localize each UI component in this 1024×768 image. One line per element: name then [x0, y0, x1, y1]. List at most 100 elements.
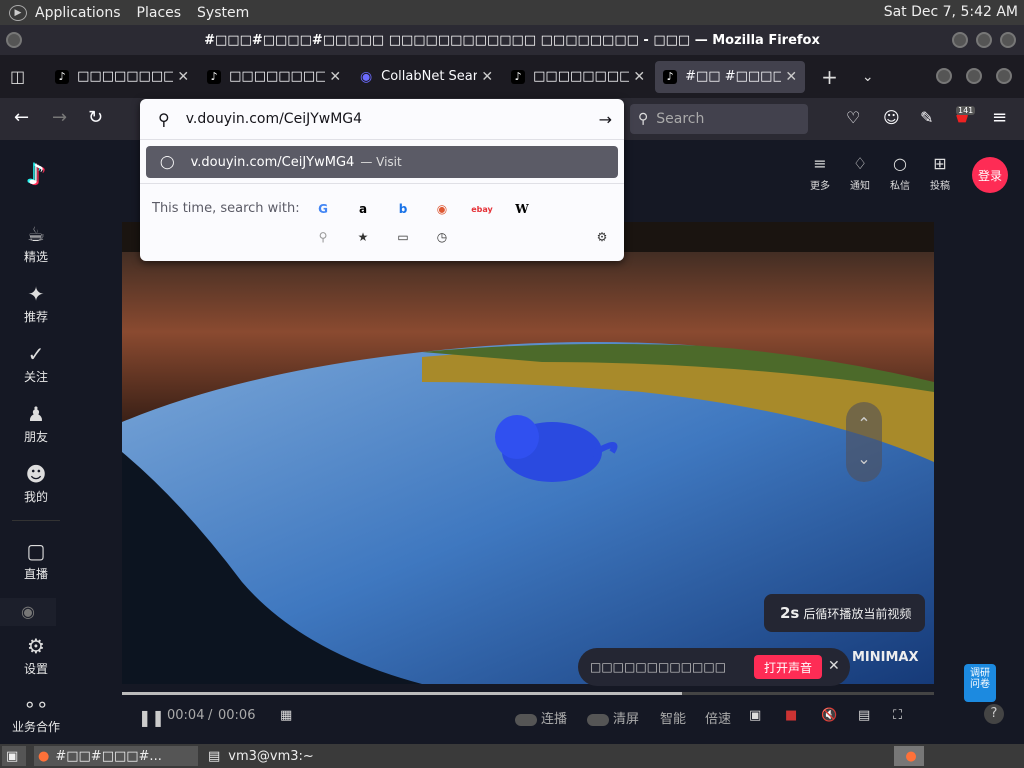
tabs-icon[interactable]: ▭ — [395, 229, 411, 245]
messages-button[interactable]: ○ 私信 — [880, 154, 920, 192]
video-nav-arrows: ⌃ ⌄ — [846, 402, 882, 482]
urlbar-input[interactable]: ⚲ v.douyin.com/CeiJYwMG4 → — [140, 99, 624, 139]
sidebar-item-friends[interactable]: ♟ 朋友 — [0, 402, 72, 445]
places-menu[interactable]: Places — [129, 5, 190, 21]
workspace-switcher[interactable]: ● — [894, 746, 924, 766]
mute-icon[interactable]: 🔇 — [821, 708, 837, 723]
subtitle-icon[interactable]: ▦ — [280, 708, 292, 723]
smart-quality-button[interactable]: 智能 — [660, 708, 686, 727]
notifications-button[interactable]: ♢ 通知 — [840, 154, 880, 192]
web-fullscreen-icon[interactable]: ▤ — [858, 708, 870, 723]
duckduckgo-icon[interactable]: ◉ — [434, 201, 450, 217]
autoplay-toggle[interactable]: 连播 — [515, 708, 567, 727]
window-menu-icon[interactable] — [6, 32, 22, 48]
tab-douyin-active[interactable]: ♪ #□□ #□□□□ ✕ — [655, 60, 806, 93]
search-mode-icon[interactable]: ⚲ — [315, 229, 331, 245]
sidebar-divider — [12, 520, 60, 521]
tab-douyin-3[interactable]: ♪ □□□□□□□□ ✕ — [503, 61, 653, 93]
tab-label: □□□□□□□□ — [533, 69, 630, 84]
bing-icon[interactable]: b — [395, 201, 411, 217]
more-button[interactable]: ≡ 更多 — [800, 154, 840, 192]
back-icon[interactable]: ← — [14, 108, 29, 128]
bell-icon: ♢ — [852, 154, 868, 173]
pip-icon[interactable]: ▣ — [749, 708, 761, 723]
gnome-foot-icon[interactable]: ▶ — [9, 4, 27, 21]
sidebar-item-label: 关注 — [23, 370, 48, 384]
forward-icon[interactable]: → — [52, 108, 67, 128]
enable-sound-button[interactable]: 打开声音 — [754, 655, 822, 679]
sidebar-item-recommend[interactable]: ✦ 推荐 — [0, 282, 72, 325]
window-titlebar[interactable]: #□□□#□□□□#□□□□□ □□□□□□□□□□□□ □□□□□□□□ - … — [0, 25, 1024, 55]
history-icon[interactable]: ◷ — [434, 229, 450, 245]
app-menu-icon[interactable]: ≡ — [992, 108, 1007, 128]
tiktok-icon: ♪ — [55, 69, 70, 84]
extensions-icon[interactable]: ✎ — [920, 108, 933, 128]
list-tabs-icon[interactable]: ⌄ — [862, 69, 874, 85]
pocket-icon[interactable]: ♡ — [846, 108, 860, 128]
sidebar-item-settings[interactable]: ⚙ 设置 — [0, 634, 72, 677]
close-tab-icon[interactable]: ✕ — [329, 69, 341, 85]
reload-icon[interactable]: ↻ — [88, 108, 103, 128]
survey-widget[interactable]: 调研 问卷 — [964, 664, 996, 702]
pause-icon[interactable]: ❚❚ — [138, 708, 165, 727]
video-progress-fill — [122, 692, 683, 695]
clock[interactable]: Sat Dec 7, 5:42 AM — [884, 4, 1018, 20]
settings-icon[interactable]: ⚙ — [594, 229, 610, 245]
applications-menu[interactable]: Applications — [27, 5, 129, 21]
system-menu[interactable]: System — [189, 5, 257, 21]
urlbar-dropdown: ⚲ v.douyin.com/CeiJYwMG4 → ◯ v.douyin.co… — [140, 99, 624, 261]
tab-bar-circle-icon — [996, 68, 1012, 84]
new-tab-icon[interactable]: + — [821, 65, 838, 89]
go-arrow-icon[interactable]: → — [599, 110, 612, 129]
tab-douyin-1[interactable]: ♪ □□□□□□□□ ✕ — [47, 61, 197, 93]
search-bar[interactable]: ⚲ Search — [630, 104, 808, 134]
close-window-icon[interactable] — [1000, 32, 1016, 48]
ebay-icon[interactable]: ebay — [471, 201, 493, 217]
amazon-icon[interactable]: a — [355, 201, 371, 217]
next-video-icon[interactable]: ⌄ — [846, 449, 882, 468]
help-icon[interactable]: ? — [984, 704, 1004, 724]
taskbar-terminal[interactable]: ▤ vm3@vm3:~ — [204, 746, 364, 766]
google-icon[interactable]: G — [315, 201, 331, 217]
clear-screen-toggle[interactable]: 清屏 — [587, 708, 639, 727]
firefox-icon: ● — [38, 748, 50, 764]
taskbar-firefox[interactable]: ● #□□#□□□#... — [34, 746, 198, 766]
upload-button[interactable]: ⊞ 投稿 — [920, 154, 960, 192]
tab-collabnet[interactable]: ◉ CollabNet Sear ✕ — [351, 61, 501, 93]
sidebar-item-business[interactable]: ∘∘ 业务合作 — [0, 692, 72, 735]
show-desktop-icon[interactable]: ▣ — [2, 746, 26, 766]
minimize-icon[interactable] — [952, 32, 968, 48]
tab-douyin-2[interactable]: ♪ □□□□□□□□ ✕ — [199, 61, 349, 93]
douyin-logo[interactable]: ♪ — [20, 158, 52, 194]
close-tab-icon[interactable]: ✕ — [633, 69, 645, 85]
video-progress-bar[interactable] — [122, 692, 934, 695]
maximize-icon[interactable] — [976, 32, 992, 48]
tab-label: □□□□□□□□ — [229, 69, 326, 84]
close-tab-icon[interactable]: ✕ — [481, 69, 493, 85]
account-icon[interactable]: ☺ — [883, 108, 900, 128]
login-button[interactable]: 登录 — [972, 157, 1008, 193]
sound-tip-text: □□□□□□□□□□□□ — [590, 660, 727, 674]
previous-video-icon[interactable]: ⌃ — [846, 414, 882, 433]
sidebar-item-profile[interactable]: ☻ 我的 — [0, 462, 72, 505]
tab-bar-circle-icon — [966, 68, 982, 84]
tab-overview-icon[interactable]: ◫ — [10, 67, 25, 86]
close-icon[interactable]: ✕ — [828, 658, 840, 674]
bookmark-icon[interactable]: ★ — [355, 229, 371, 245]
sidebar-item-label: 推荐 — [23, 310, 48, 324]
sidebar: ♪ ☕ 精选 ✦ 推荐 ✓ 关注 ♟ 朋友 ☻ 我的 ▢ 直播 ◉ ⚙ 设置 ∘… — [0, 140, 72, 744]
sidebar-item-featured[interactable]: ☕ 精选 — [0, 222, 72, 265]
game-icon[interactable]: ◉ — [0, 598, 56, 626]
sidebar-item-follow[interactable]: ✓ 关注 — [0, 342, 72, 385]
fullscreen-icon[interactable]: ⛶ — [893, 708, 902, 723]
time-current: 00:04 — [167, 708, 205, 723]
suggestion-url: v.douyin.com/CeiJYwMG4 — [190, 154, 355, 170]
playback-speed-button[interactable]: 倍速 — [705, 708, 731, 727]
danmaku-icon[interactable]: ■ — [785, 708, 797, 723]
wikipedia-icon[interactable]: W — [514, 201, 530, 217]
close-tab-icon[interactable]: ✕ — [785, 69, 797, 85]
url-suggestion[interactable]: ◯ v.douyin.com/CeiJYwMG4 — Visit — [146, 146, 618, 178]
close-tab-icon[interactable]: ✕ — [177, 69, 189, 85]
sidebar-item-live[interactable]: ▢ 直播 — [0, 539, 72, 582]
top-panel: ▶ Applications Places System Sat Dec 7, … — [0, 0, 1024, 25]
